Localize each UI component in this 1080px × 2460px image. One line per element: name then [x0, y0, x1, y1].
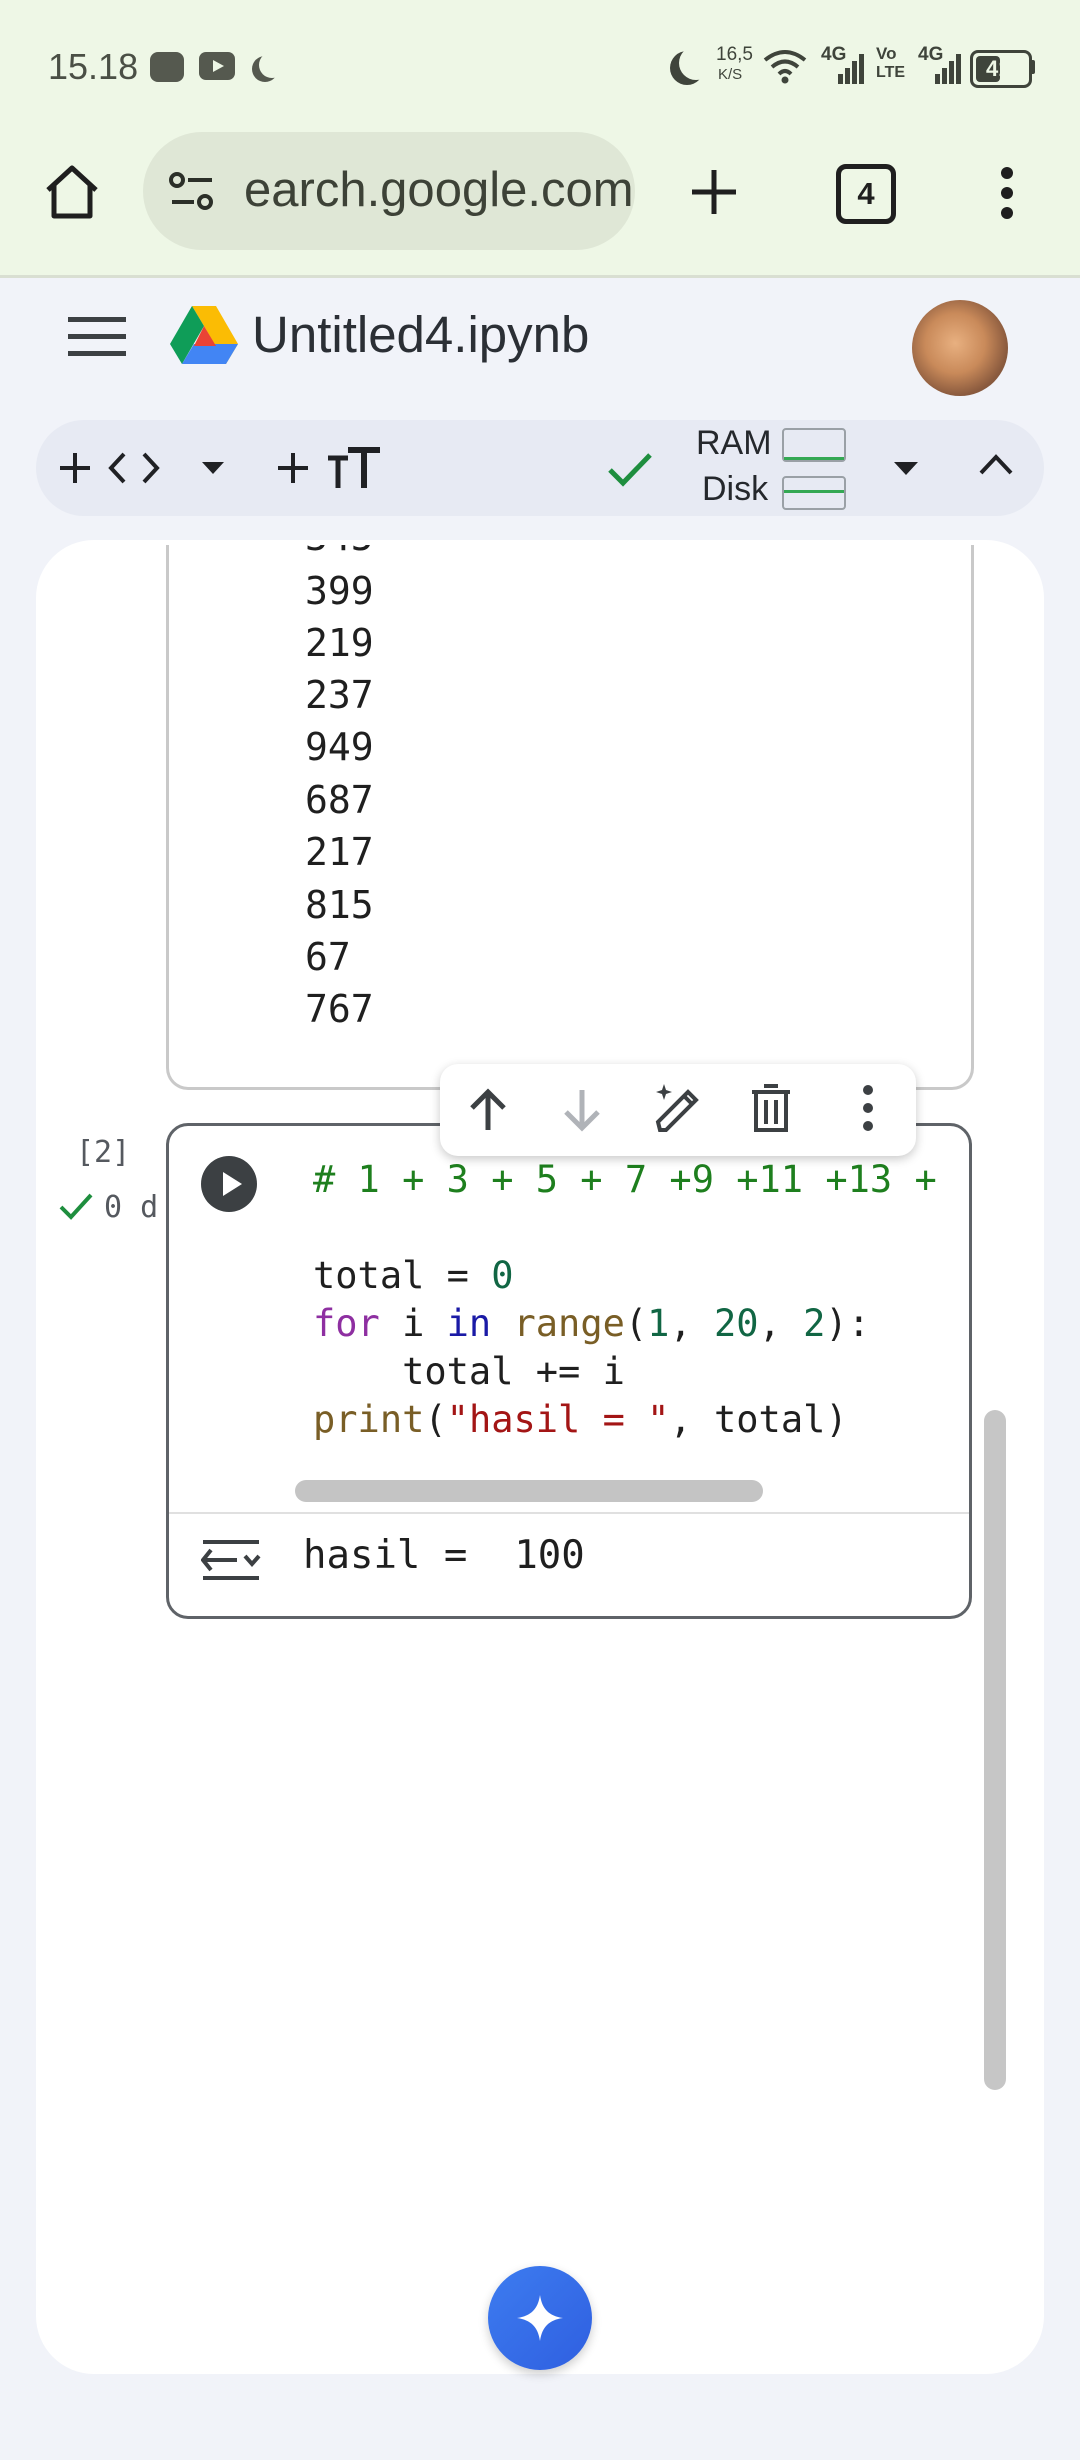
user-avatar[interactable] — [912, 300, 1008, 396]
output-number: 687 — [305, 778, 374, 822]
output-number: 345 — [305, 545, 374, 559]
battery-icon: 41 — [970, 50, 1032, 88]
output-number: 815 — [305, 883, 374, 927]
disk-meter[interactable] — [782, 476, 846, 510]
battery-tip — [1030, 60, 1035, 74]
output-divider — [169, 1512, 969, 1514]
code-line-4: total += i — [313, 1350, 625, 1393]
night-mode-icon — [679, 46, 713, 80]
runtime-dropdown-icon[interactable] — [894, 462, 918, 475]
output-number: 67 — [305, 935, 351, 979]
collapse-chevron-up-icon[interactable] — [978, 452, 1014, 476]
notebook-toolbar — [36, 420, 1044, 516]
execution-count: [2] — [76, 1135, 131, 1170]
code-line-5: print("hasil = ", total) — [313, 1398, 848, 1441]
code-editor[interactable]: # 1 + 3 + 5 + 7 +9 +11 +13 + total = 0 f… — [169, 1126, 969, 1484]
signal2-bars-icon — [935, 54, 961, 84]
new-tab-icon[interactable] — [688, 166, 740, 218]
ram-meter[interactable] — [782, 428, 846, 462]
code-line-2: total = 0 — [313, 1254, 514, 1297]
vertical-scrollbar[interactable] — [984, 1410, 1006, 2090]
move-cell-down-icon[interactable] — [558, 1086, 606, 1134]
code-line-3: for i in range(1, 20, 2): — [313, 1302, 870, 1345]
output-number: 399 — [305, 569, 374, 613]
output-number: 217 — [305, 830, 374, 874]
ram-label: RAM — [696, 424, 772, 462]
code-comment: # 1 + 3 + 5 + 7 +9 +11 +13 + — [313, 1158, 937, 1201]
signal1-bars-icon — [838, 54, 864, 84]
status-time: 15.18 — [48, 46, 139, 87]
gemini-button[interactable] — [488, 2266, 592, 2370]
output-number: 949 — [305, 725, 374, 769]
previous-cell-output: 345 399 219 237 949 687 217 815 67 767 — [166, 545, 974, 1090]
code-brackets-icon[interactable] — [108, 451, 160, 485]
text-cell-icon[interactable] — [326, 446, 382, 490]
dnd-moon-icon — [259, 52, 285, 78]
horizontal-scrollbar[interactable] — [295, 1480, 763, 1502]
output-number: 767 — [305, 987, 374, 1031]
cell-output-text: hasil = 100 — [303, 1533, 585, 1578]
tab-switcher-button[interactable]: 4 — [836, 164, 896, 224]
wifi-icon — [763, 50, 807, 84]
magic-edit-icon[interactable] — [650, 1080, 706, 1136]
chat-notification-icon — [150, 52, 184, 82]
google-drive-logo-icon — [170, 306, 238, 364]
output-number: 219 — [305, 621, 374, 665]
add-cell-dropdown-icon[interactable] — [202, 462, 224, 474]
net-speed-value: 16,5 — [716, 44, 753, 65]
url-text[interactable]: earch.google.com — [244, 162, 634, 218]
disk-label: Disk — [702, 470, 769, 508]
cell-action-toolbar — [440, 1064, 916, 1156]
execution-success-check-icon — [59, 1193, 93, 1220]
output-actions-icon[interactable] — [201, 1536, 261, 1584]
battery-level: 41 — [986, 56, 1011, 81]
add-text-plus-icon[interactable] — [276, 451, 310, 485]
site-settings-icon[interactable] — [168, 170, 216, 214]
delete-cell-icon[interactable] — [748, 1082, 794, 1134]
tab-count: 4 — [857, 176, 875, 211]
browser-menu-icon[interactable] — [996, 166, 1018, 220]
youtube-notification-icon — [199, 52, 235, 80]
add-code-plus-icon[interactable] — [58, 451, 92, 485]
hamburger-menu-icon[interactable] — [68, 315, 126, 357]
output-number: 237 — [305, 673, 374, 717]
connected-check-icon — [608, 453, 652, 487]
volte-top: Vo — [876, 44, 897, 63]
move-cell-up-icon[interactable] — [464, 1086, 512, 1134]
gemini-sparkle-icon — [517, 2295, 563, 2341]
cell-more-options-icon[interactable] — [860, 1084, 876, 1136]
net-speed-unit: K/S — [718, 66, 743, 83]
home-icon[interactable] — [40, 160, 104, 224]
notebook-title[interactable]: Untitled4.ipynb — [252, 305, 589, 364]
execution-time: 0 d — [104, 1190, 159, 1225]
volte-bottom: LTE — [876, 64, 906, 81]
